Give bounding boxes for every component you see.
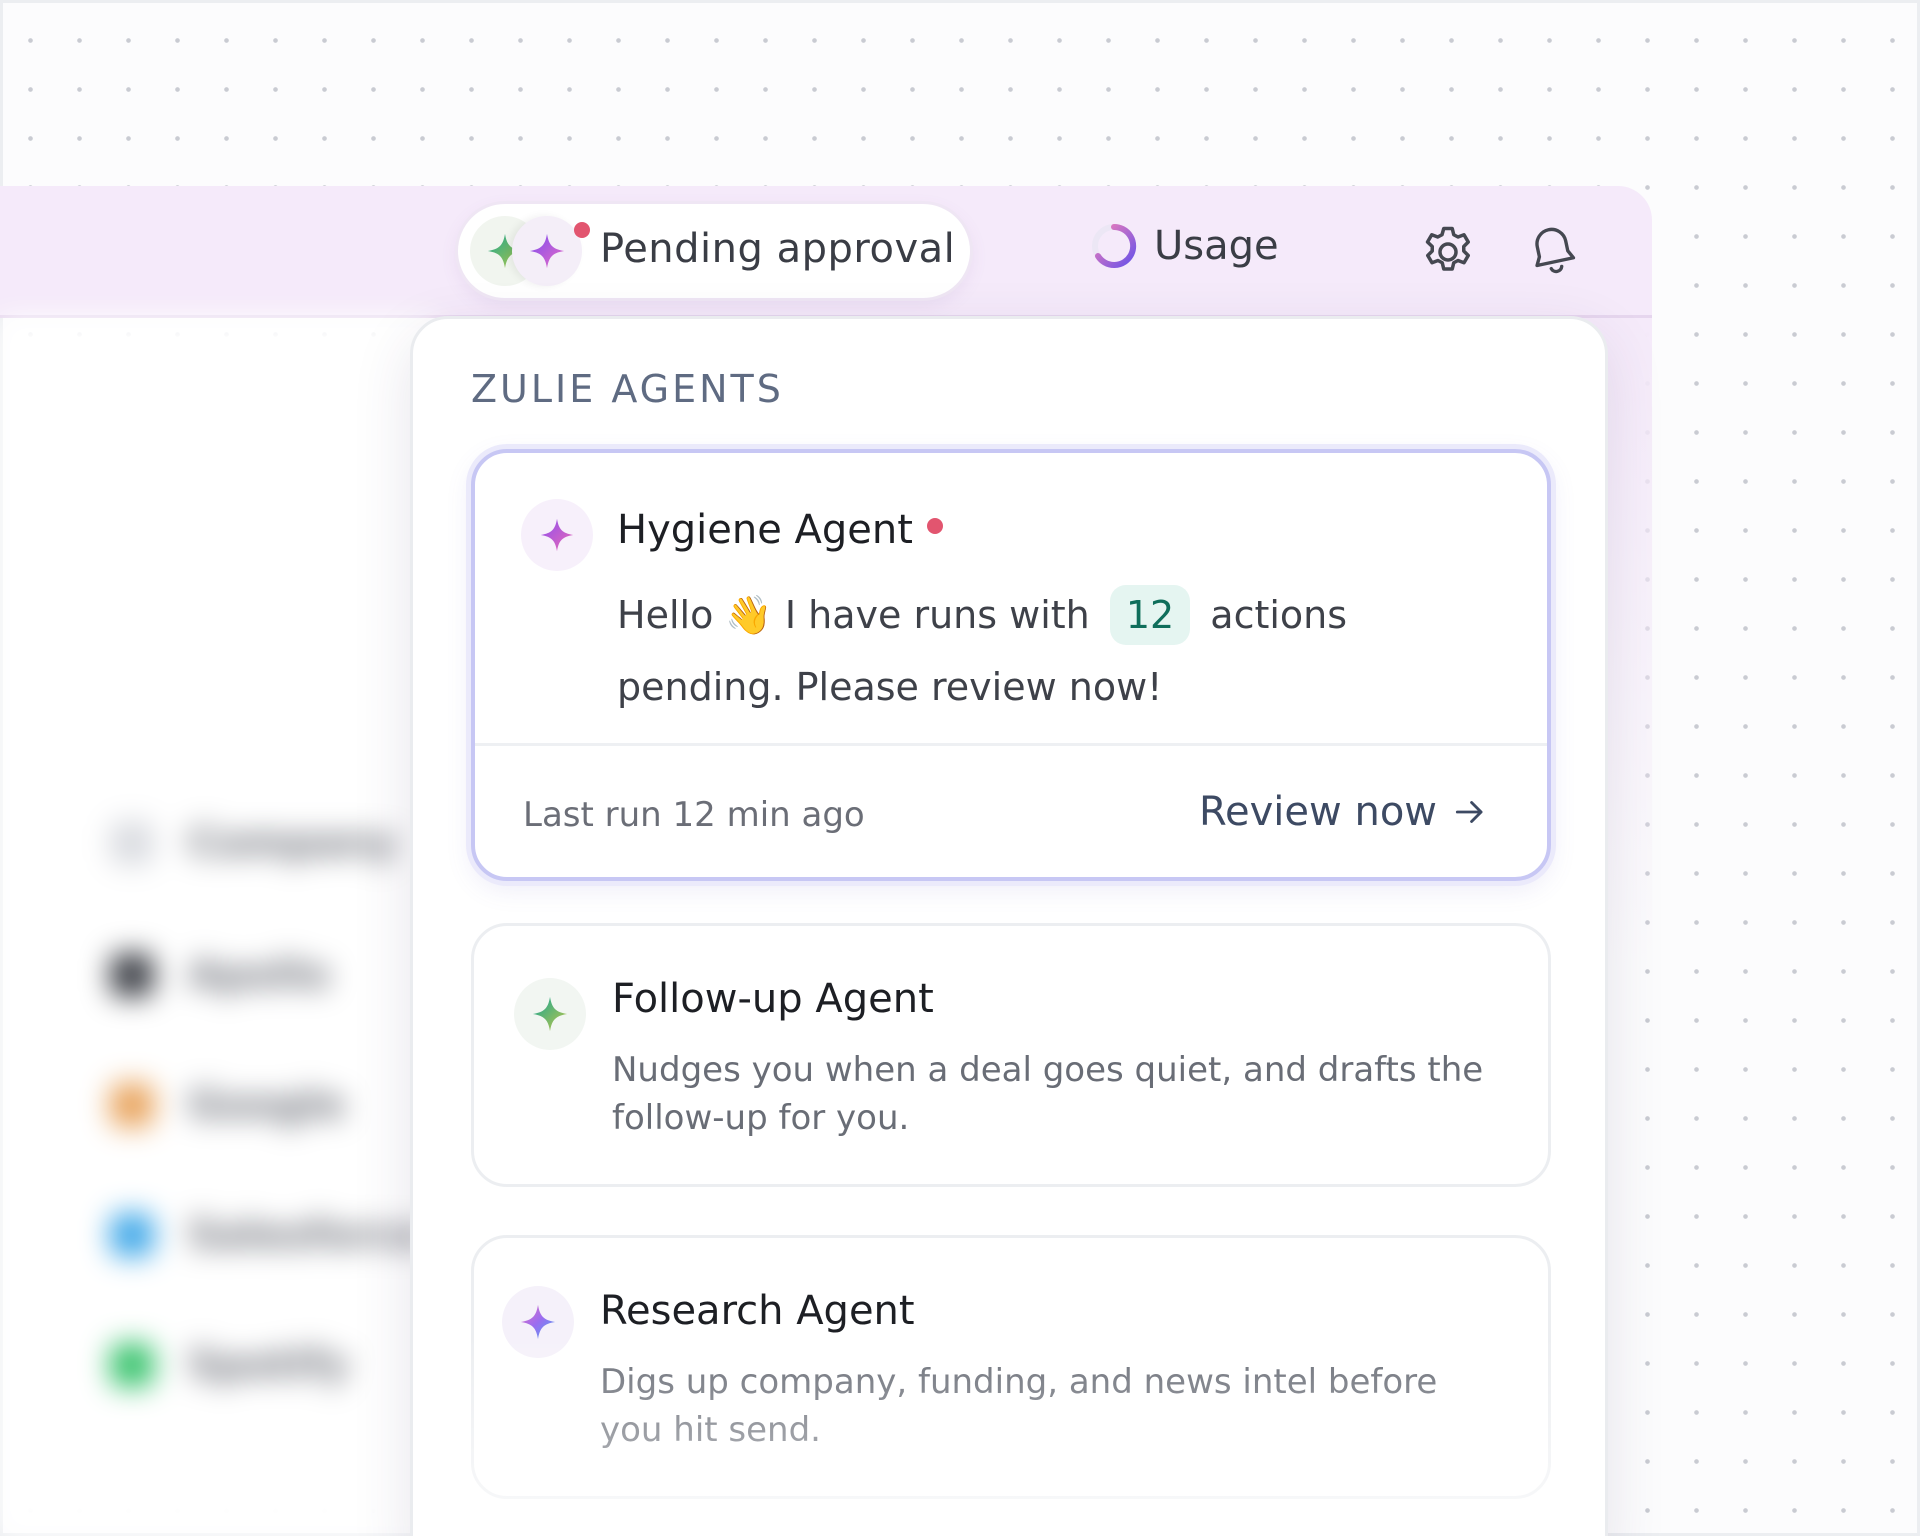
panel-title: ZULIE AGENTS [471,367,784,411]
wave-emoji: 👋 [725,593,773,637]
review-now-label: Review now [1199,789,1437,835]
sidebar-icon [110,821,154,865]
sparkle-icon [529,233,565,269]
notification-dot [574,222,590,238]
review-now-link[interactable]: Review now [1199,789,1489,835]
message-text: Hello [617,593,714,637]
arrow-right-icon [1455,801,1483,823]
sidebar-item-label: Apollo [188,952,330,998]
sidebar-item-company[interactable]: Company [110,820,397,866]
agent-avatar [502,1286,574,1358]
card-divider [475,743,1547,746]
agent-avatar-purple [512,216,582,286]
sidebar-item-label: Salesforce [188,1212,424,1258]
sparkle-icon [540,518,574,552]
agent-name: Research Agent [600,1288,915,1334]
sidebar-blurred: Company Apollo Google Salesforce Spotify [0,318,440,1536]
pending-approval-button[interactable]: Pending approval [458,204,970,298]
agents-dropdown-panel: ZULIE AGENTS Hygiene Agent Hello 👋 I hav… [410,316,1608,1536]
sidebar-item-google[interactable]: Google [110,1082,345,1128]
pending-approval-label: Pending approval [600,226,956,272]
sidebar-icon [110,1213,154,1257]
agent-name-text: Hygiene Agent [617,507,913,553]
agent-message: Hello 👋 I have runs with 12 actions pend… [617,579,1497,723]
sparkle-icon [520,1304,556,1340]
sidebar-item-spotify[interactable]: Spotify [110,1342,349,1388]
usage-label: Usage [1154,223,1279,269]
sidebar-item-label: Spotify [188,1342,350,1388]
agent-description: Nudges you when a deal goes quiet, and d… [612,1050,1484,1138]
agent-avatar [514,978,586,1050]
last-run-timestamp: Last run 12 min ago [523,795,865,835]
agent-card-follow-up[interactable]: Follow-up Agent Nudges you when a deal g… [471,923,1551,1187]
message-text: I have runs with [784,593,1090,637]
bell-icon [1535,227,1576,274]
agent-avatar [521,499,593,571]
sparkle-icon [532,996,568,1032]
sidebar-item-label: Google [188,1082,346,1128]
pending-count-badge: 12 [1109,585,1191,645]
sidebar-icon [110,953,154,997]
sidebar-item-apollo[interactable]: Apollo [110,952,330,998]
settings-button[interactable] [1418,222,1478,286]
agent-description: Digs up company, funding, and news intel… [600,1362,1438,1450]
sidebar-item-label: Company [188,820,397,866]
sidebar-item-salesforce[interactable]: Salesforce [110,1212,424,1258]
agent-name: Follow-up Agent [612,976,934,1022]
agent-card-hygiene[interactable]: Hygiene Agent Hello 👋 I have runs with 1… [471,449,1551,881]
sidebar-icon [110,1343,154,1387]
notifications-button[interactable] [1524,222,1582,284]
usage-ring-icon [1092,223,1137,268]
usage-button[interactable]: Usage [1090,222,1279,270]
agent-card-research[interactable]: Research Agent Digs up company, funding,… [471,1235,1551,1499]
sidebar-icon [110,1083,154,1127]
unread-dot [926,518,943,534]
agent-name: Hygiene Agent [617,507,943,553]
gear-icon [1425,226,1470,271]
